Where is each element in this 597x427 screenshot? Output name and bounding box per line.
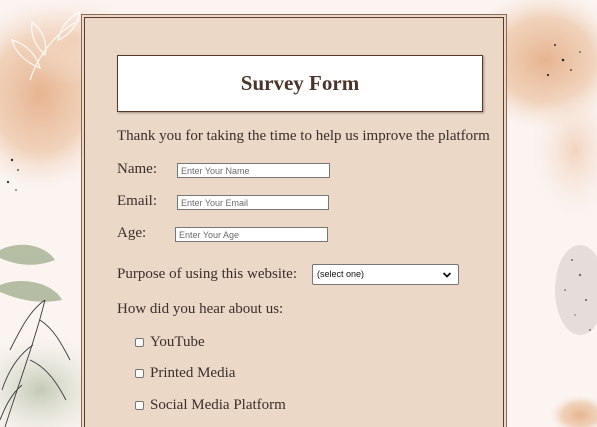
form-intro-text: Thank you for taking the time to help us… <box>117 128 490 144</box>
social-media-checkbox[interactable] <box>135 401 144 410</box>
youtube-label: YouTube <box>150 334 205 350</box>
checkbox-row-youtube[interactable]: YouTube <box>135 334 205 351</box>
checkbox-row-printed-media[interactable]: Printed Media <box>135 365 235 382</box>
peach-wash-bottom-right <box>550 395 597 427</box>
social-media-label: Social Media Platform <box>150 397 286 413</box>
purpose-select-value: (select one) <box>317 269 365 279</box>
purpose-label: Purpose of using this website: <box>117 266 297 282</box>
green-leaf-icon <box>0 244 62 302</box>
name-label: Name: <box>117 161 157 177</box>
email-input[interactable] <box>177 195 329 210</box>
gray-wash-right <box>555 245 597 335</box>
chevron-down-icon <box>442 272 452 278</box>
age-label: Age: <box>117 225 147 241</box>
age-input[interactable] <box>175 227 328 242</box>
email-label: Email: <box>117 193 157 209</box>
printed-media-label: Printed Media <box>150 365 236 381</box>
printed-media-checkbox[interactable] <box>135 369 144 378</box>
checkbox-row-social-media[interactable]: Social Media Platform <box>135 397 286 414</box>
youtube-checkbox[interactable] <box>135 338 144 347</box>
form-title: Survey Form <box>240 71 360 95</box>
name-input[interactable] <box>177 163 330 178</box>
heard-about-label: How did you hear about us: <box>117 301 284 317</box>
survey-form-panel: Survey Form Thank you for taking the tim… <box>84 17 504 427</box>
title-card: Survey Form <box>117 55 483 112</box>
purpose-select[interactable]: (select one) <box>312 264 459 285</box>
